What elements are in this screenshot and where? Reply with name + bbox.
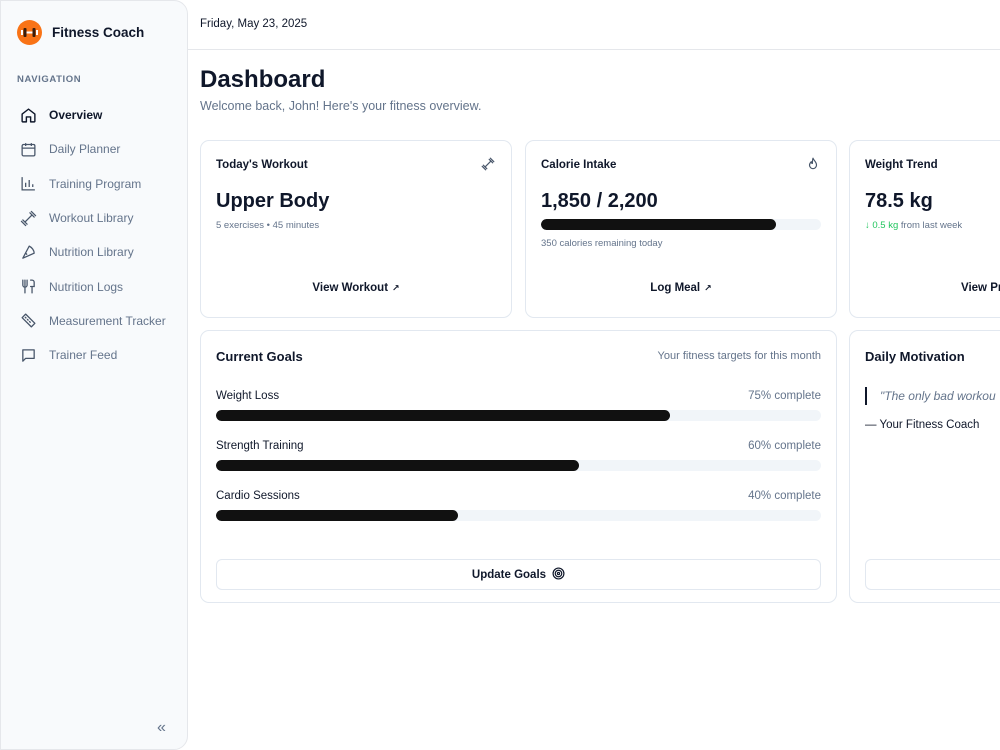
sidebar-item-workout-library[interactable]: Workout Library xyxy=(19,201,179,235)
calendar-icon xyxy=(19,140,38,159)
workout-title: Upper Body xyxy=(216,190,330,212)
view-progress-link[interactable]: View Pr xyxy=(961,282,1000,294)
motivation-author: — Your Fitness Coach xyxy=(865,419,980,431)
motivation-title: Daily Motivation xyxy=(865,349,965,364)
link-label: View Workout xyxy=(312,282,389,294)
workout-meta: 5 exercises • 45 minutes xyxy=(216,220,320,231)
dumbbell-icon xyxy=(19,209,38,228)
arrow-up-right-icon: ↗ xyxy=(704,283,712,293)
view-workout-link[interactable]: View Workout ↗ xyxy=(201,282,511,294)
dumbbell-logo-icon xyxy=(17,20,42,45)
sidebar-item-overview[interactable]: Overview xyxy=(19,98,179,132)
arrow-up-right-icon: ↗ xyxy=(392,283,400,293)
pizza-icon xyxy=(19,243,38,262)
weight-delta-value: ↓ 0.5 kg xyxy=(865,220,899,231)
flame-icon xyxy=(806,157,822,173)
home-icon xyxy=(19,106,38,125)
sidebar-item-measurement-tracker[interactable]: Measurement Tracker xyxy=(19,304,179,338)
log-meal-link[interactable]: Log Meal ↗ xyxy=(526,282,836,294)
ruler-icon xyxy=(19,311,38,330)
goal-progress-track xyxy=(216,410,821,421)
sidebar-item-label: Nutrition Library xyxy=(49,245,134,260)
utensils-icon xyxy=(19,277,38,296)
page-title: Dashboard xyxy=(200,66,326,93)
calorie-intake-card: Calorie Intake 1,850 / 2,200 350 calorie… xyxy=(525,140,837,318)
card-label: Today's Workout xyxy=(216,159,308,171)
update-goals-button[interactable]: Update Goals xyxy=(216,559,821,590)
goal-percent: 40% complete xyxy=(748,490,821,502)
goal-name: Cardio Sessions xyxy=(216,490,300,502)
sidebar-item-label: Nutrition Logs xyxy=(49,279,124,294)
calorie-remaining: 350 calories remaining today xyxy=(541,238,663,249)
sidebar-item-label: Training Program xyxy=(49,176,142,191)
sidebar-item-training-program[interactable]: Training Program xyxy=(19,167,179,201)
goal-name: Weight Loss xyxy=(216,390,280,402)
weight-trend-card: Weight Trend 78.5 kg ↓ 0.5 kg from last … xyxy=(849,140,1000,318)
sidebar-item-label: Measurement Tracker xyxy=(49,313,166,328)
goals-title: Current Goals xyxy=(216,349,303,364)
sidebar-item-nutrition-logs[interactable]: Nutrition Logs xyxy=(19,269,179,303)
sidebar-item-trainer-feed[interactable]: Trainer Feed xyxy=(19,338,179,372)
top-bar: Friday, May 23, 2025 xyxy=(188,0,1000,50)
page-subtitle: Welcome back, John! Here's your fitness … xyxy=(200,99,482,113)
weight-delta: ↓ 0.5 kg from last week xyxy=(865,220,962,231)
goal-percent: 60% complete xyxy=(748,440,821,452)
motivation-quote: "The only bad workou xyxy=(865,387,996,405)
app-name: Fitness Coach xyxy=(52,25,145,40)
goals-note: Your fitness targets for this month xyxy=(657,350,821,362)
goal-progress-fill xyxy=(216,510,458,521)
calorie-progress-track xyxy=(541,219,821,230)
sidebar-nav: Overview Daily Planner Training Program … xyxy=(19,98,179,372)
card-label: Calorie Intake xyxy=(541,159,617,171)
todays-workout-card: Today's Workout Upper Body 5 exercises •… xyxy=(200,140,512,318)
bar-chart-icon xyxy=(19,174,38,193)
sidebar-item-label: Daily Planner xyxy=(49,142,121,157)
sidebar-item-nutrition-library[interactable]: Nutrition Library xyxy=(19,235,179,269)
sidebar-item-label: Workout Library xyxy=(49,211,134,226)
current-goals-card: Current Goals Your fitness targets for t… xyxy=(200,330,837,603)
goal-percent: 75% complete xyxy=(748,390,821,402)
current-date: Friday, May 23, 2025 xyxy=(200,18,308,30)
collapse-sidebar-button[interactable]: « xyxy=(157,719,166,737)
goal-name: Strength Training xyxy=(216,440,304,452)
motivation-action-button[interactable] xyxy=(865,559,1000,590)
weight-value: 78.5 kg xyxy=(865,190,933,212)
goal-progress-fill xyxy=(216,410,670,421)
goal-progress-fill xyxy=(216,460,579,471)
dumbbell-icon xyxy=(481,157,497,173)
goal-progress-track xyxy=(216,510,821,521)
calorie-progress-fill xyxy=(541,219,777,230)
brand[interactable]: Fitness Coach xyxy=(17,20,144,45)
weight-delta-suffix: from last week xyxy=(900,220,963,231)
link-label: Log Meal xyxy=(650,282,701,294)
sidebar-item-label: Trainer Feed xyxy=(49,348,118,363)
sidebar-item-daily-planner[interactable]: Daily Planner xyxy=(19,132,179,166)
sidebar: Fitness Coach NAVIGATION Overview Daily … xyxy=(0,0,188,750)
button-label: Update Goals xyxy=(471,568,547,581)
card-label: Weight Trend xyxy=(865,159,938,171)
daily-motivation-card: Daily Motivation "The only bad workou — … xyxy=(849,330,1000,603)
message-icon xyxy=(19,346,38,365)
goal-progress-track xyxy=(216,460,821,471)
sidebar-item-label: Overview xyxy=(49,108,103,123)
calorie-value: 1,850 / 2,200 xyxy=(541,190,658,212)
target-icon xyxy=(552,566,565,583)
nav-heading: NAVIGATION xyxy=(17,74,82,85)
